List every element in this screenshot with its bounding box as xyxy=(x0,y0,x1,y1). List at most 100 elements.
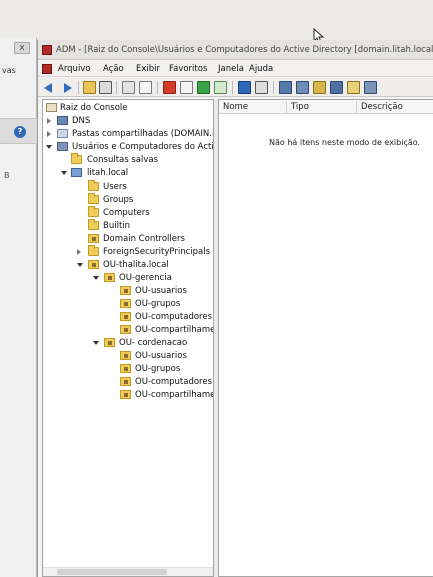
title-bar[interactable]: ADM - [Raiz do Console\Usuários e Comput… xyxy=(38,40,433,60)
partial-label: vas xyxy=(2,66,16,75)
column-divider[interactable] xyxy=(356,101,357,113)
tree-label: OU- cordenacao xyxy=(119,338,188,348)
filter-icon[interactable] xyxy=(330,81,343,94)
tree-label: Groups xyxy=(103,195,134,205)
toolbar-separator xyxy=(232,81,233,94)
menu-ajuda[interactable]: Ajuda xyxy=(249,64,273,74)
tree-label: Usuários e Computadores do Activ xyxy=(72,142,214,152)
toolbar-separator xyxy=(273,81,274,94)
column-divider[interactable] xyxy=(286,101,287,113)
ou-icon xyxy=(120,377,131,386)
ou-icon xyxy=(88,234,99,243)
tree-label: Builtin xyxy=(103,221,131,231)
menu-favoritos[interactable]: Favoritos xyxy=(169,64,207,74)
ou-icon xyxy=(104,273,115,282)
shared-folder-icon xyxy=(57,129,68,138)
tree-label: litah.local xyxy=(87,168,129,178)
tree-label: OU-computadores xyxy=(135,377,213,387)
tree-label: OU-compartilhamer xyxy=(135,390,214,400)
dns-icon xyxy=(57,116,68,125)
ou-icon xyxy=(120,325,131,334)
menu-acao[interactable]: Ação xyxy=(103,64,124,74)
menu-exibir[interactable]: Exibir xyxy=(136,64,160,74)
ou-icon xyxy=(104,338,115,347)
expand-arrow-icon[interactable] xyxy=(77,249,81,255)
tree-label: OU-thalita.local xyxy=(103,260,169,270)
up-folder-icon[interactable] xyxy=(83,81,96,94)
column-nome[interactable]: Nome xyxy=(223,102,248,112)
expand-arrow-icon[interactable] xyxy=(47,131,51,137)
tree-label: Consultas salvas xyxy=(87,155,159,165)
show-tree-icon[interactable] xyxy=(99,81,112,94)
find-icon[interactable] xyxy=(364,81,377,94)
tree-label: DNS xyxy=(72,116,91,126)
desktop: x vas ? B ADM - [Raiz do Console\Usuário… xyxy=(0,0,433,577)
toolbar-separator xyxy=(116,81,117,94)
copy-icon[interactable] xyxy=(139,81,152,94)
results-pane[interactable]: Nome Tipo Descrição Não há itens neste m… xyxy=(218,99,433,577)
help-icon[interactable]: ? xyxy=(14,126,26,138)
tree-label: OU-grupos xyxy=(135,364,181,374)
collapse-arrow-icon[interactable] xyxy=(93,276,99,280)
view-icon[interactable] xyxy=(255,81,268,94)
back-icon[interactable] xyxy=(43,81,57,94)
tree-label: Pastas compartilhadas (DOMAIN.L xyxy=(72,129,214,139)
empty-view-message: Não há itens neste modo de exibição. xyxy=(269,138,421,147)
cut-icon[interactable] xyxy=(122,81,135,94)
forward-icon[interactable] xyxy=(60,81,74,94)
refresh-icon[interactable] xyxy=(197,81,210,94)
tree-label: ForeignSecurityPrincipals xyxy=(103,247,211,257)
folder-icon xyxy=(88,219,99,230)
ou-icon xyxy=(88,260,99,269)
ou-icon xyxy=(120,312,131,321)
domain-icon xyxy=(71,168,82,177)
partial-letter: B xyxy=(4,171,10,180)
tree-label: OU-usuarios xyxy=(135,351,187,361)
collapse-arrow-icon[interactable] xyxy=(93,341,99,345)
menu-arquivo[interactable]: Arquivo xyxy=(58,64,91,74)
column-header: Nome Tipo Descrição xyxy=(219,100,433,114)
ou-icon xyxy=(120,286,131,295)
tree-label: OU-computadores xyxy=(135,312,213,322)
collapse-arrow-icon[interactable] xyxy=(46,145,52,149)
close-button[interactable]: x xyxy=(14,42,30,54)
folder-icon xyxy=(71,153,82,164)
expand-arrow-icon[interactable] xyxy=(47,118,51,124)
tree-label: OU-grupos xyxy=(135,299,181,309)
folder-icon xyxy=(88,245,99,256)
toolbar xyxy=(38,78,433,97)
app-icon xyxy=(42,45,52,55)
background-window: x vas ? B xyxy=(0,38,37,577)
horizontal-scrollbar[interactable] xyxy=(43,567,213,576)
ou-icon xyxy=(120,351,131,360)
new-ou-icon[interactable] xyxy=(347,81,360,94)
toolbar-separator xyxy=(78,81,79,94)
tree-label: OU-gerencia xyxy=(119,273,172,283)
tree-label: Users xyxy=(103,182,127,192)
collapse-arrow-icon[interactable] xyxy=(61,171,67,175)
delete-icon[interactable] xyxy=(163,81,176,94)
users-icon[interactable] xyxy=(279,81,292,94)
properties-icon[interactable] xyxy=(180,81,193,94)
console-tree[interactable]: Raiz do Console DNS Pastas compartilhada… xyxy=(42,99,214,577)
export-icon[interactable] xyxy=(214,81,227,94)
menu-janela[interactable]: Janela xyxy=(218,64,244,74)
column-descricao[interactable]: Descrição xyxy=(361,102,403,112)
column-tipo[interactable]: Tipo xyxy=(291,102,309,112)
group-icon[interactable] xyxy=(313,81,326,94)
help-icon[interactable] xyxy=(238,81,251,94)
add-user-icon[interactable] xyxy=(296,81,309,94)
folder-icon xyxy=(88,180,99,191)
scrollbar-thumb[interactable] xyxy=(57,569,167,575)
ou-icon xyxy=(120,390,131,399)
window-title: ADM - [Raiz do Console\Usuários e Comput… xyxy=(56,45,433,55)
mmc-window: ADM - [Raiz do Console\Usuários e Comput… xyxy=(37,40,433,577)
system-menu-icon[interactable] xyxy=(42,64,52,74)
tree-label: Domain Controllers xyxy=(103,234,185,244)
tree-label: OU-compartilhamer xyxy=(135,325,214,335)
menu-bar: Arquivo Ação Exibir Favoritos Janela Aju… xyxy=(38,61,433,77)
tree-label: OU-usuarios xyxy=(135,286,187,296)
tree-label: Computers xyxy=(103,208,150,218)
active-directory-icon xyxy=(57,142,68,151)
collapse-arrow-icon[interactable] xyxy=(77,263,83,267)
